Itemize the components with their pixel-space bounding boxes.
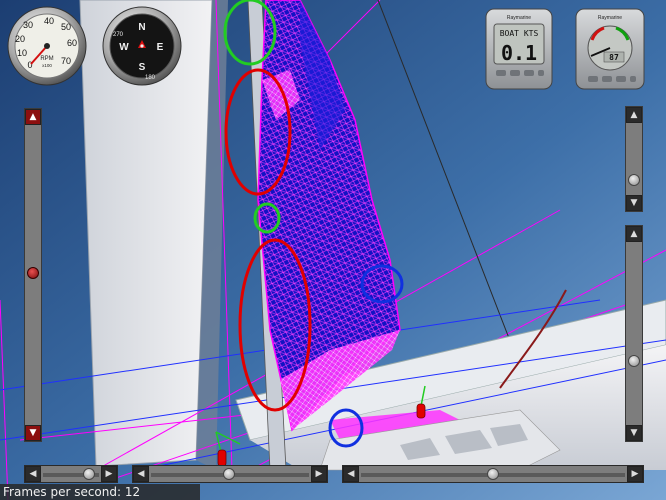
tachometer-gauge: 0 10 20 30 40 50 60 70 RPM x100 bbox=[7, 6, 87, 86]
compass-south: S bbox=[139, 62, 146, 73]
compass-east: E bbox=[157, 42, 164, 53]
red-fender-left bbox=[217, 449, 227, 467]
left-slider-up-button[interactable]: ▲ bbox=[25, 109, 41, 125]
left-slider-down-button[interactable]: ▼ bbox=[25, 425, 41, 441]
right-lower-slider-thumb[interactable] bbox=[628, 355, 640, 367]
bottom-slider-3[interactable]: ◀ ▶ bbox=[342, 465, 644, 483]
bottom-slider-1[interactable]: ◀ ▶ bbox=[24, 465, 118, 483]
bottom-slider-2[interactable]: ◀ ▶ bbox=[132, 465, 328, 483]
bottom-slider-2-thumb[interactable] bbox=[223, 468, 235, 480]
bottom-slider-1-thumb[interactable] bbox=[83, 468, 95, 480]
down-arrow-icon: ▼ bbox=[29, 427, 37, 438]
left-arrow-icon: ◀ bbox=[29, 468, 37, 479]
bottom-slider-2-left-button[interactable]: ◀ bbox=[133, 466, 149, 482]
bottom-slider-1-left-button[interactable]: ◀ bbox=[25, 466, 41, 482]
tach-label-0: 0 bbox=[27, 60, 32, 70]
compass-deg-180: 180 bbox=[145, 75, 156, 81]
tach-label-50: 50 bbox=[61, 22, 71, 32]
left-arrow-icon: ◀ bbox=[347, 468, 355, 479]
up-arrow-icon: ▲ bbox=[630, 109, 638, 120]
right-upper-slider-up-button[interactable]: ▲ bbox=[626, 107, 642, 123]
right-upper-vertical-slider[interactable]: ▲ ▼ bbox=[625, 106, 643, 212]
bottom-slider-3-right-button[interactable]: ▶ bbox=[627, 466, 643, 482]
bottom-slider-3-thumb[interactable] bbox=[487, 468, 499, 480]
wind-value: 87 bbox=[609, 53, 619, 62]
left-vertical-slider[interactable]: ▲ ▼ bbox=[24, 108, 42, 442]
down-arrow-icon: ▼ bbox=[630, 427, 638, 438]
right-lower-slider-down-button[interactable]: ▼ bbox=[626, 425, 642, 441]
down-arrow-icon: ▼ bbox=[630, 197, 638, 208]
up-arrow-icon: ▲ bbox=[29, 111, 37, 122]
tach-hub bbox=[44, 43, 50, 49]
compass-hub bbox=[140, 44, 144, 48]
bottom-slider-2-right-button[interactable]: ▶ bbox=[311, 466, 327, 482]
compass-north: N bbox=[138, 22, 145, 33]
tach-label-60: 60 bbox=[67, 38, 77, 48]
up-arrow-icon: ▲ bbox=[630, 228, 638, 239]
compass-west: W bbox=[119, 42, 129, 53]
tach-label-10: 10 bbox=[17, 48, 27, 58]
right-arrow-icon: ▶ bbox=[631, 468, 639, 479]
speed-label: BOAT KTS bbox=[500, 29, 539, 38]
bottom-slider-1-right-button[interactable]: ▶ bbox=[101, 466, 117, 482]
right-arrow-icon: ▶ bbox=[315, 468, 323, 479]
compass-gauge: N S E W 270 180 bbox=[102, 6, 182, 86]
right-upper-slider-down-button[interactable]: ▼ bbox=[626, 195, 642, 211]
right-lower-vertical-slider[interactable]: ▲ ▼ bbox=[625, 225, 643, 442]
tach-label-70: 70 bbox=[61, 56, 71, 66]
tach-multiplier: x100 bbox=[42, 63, 52, 68]
boat-speed-display: Raymarine BOAT KTS 0.1 bbox=[485, 8, 553, 90]
right-arrow-icon: ▶ bbox=[105, 468, 113, 479]
tach-unit: RPM bbox=[40, 56, 53, 62]
left-slider-thumb[interactable] bbox=[27, 267, 39, 279]
left-arrow-icon: ◀ bbox=[137, 468, 145, 479]
fps-status-text: Frames per second: 12 bbox=[0, 484, 200, 500]
tach-label-20: 20 bbox=[15, 34, 25, 44]
tach-label-30: 30 bbox=[23, 20, 33, 30]
compass-deg-270: 270 bbox=[113, 32, 124, 38]
tach-label-40: 40 bbox=[44, 16, 54, 26]
wind-display: Raymarine 87 bbox=[575, 8, 645, 90]
speed-brand: Raymarine bbox=[507, 15, 531, 21]
right-lower-slider-up-button[interactable]: ▲ bbox=[626, 226, 642, 242]
bottom-slider-3-left-button[interactable]: ◀ bbox=[343, 466, 359, 482]
red-fender-right bbox=[416, 403, 426, 419]
right-upper-slider-thumb[interactable] bbox=[628, 174, 640, 186]
wind-brand: Raymarine bbox=[598, 15, 622, 21]
speed-value: 0.1 bbox=[501, 41, 537, 65]
3d-sailing-viewport[interactable]: 0 10 20 30 40 50 60 70 RPM x100 N S E W … bbox=[0, 0, 666, 500]
